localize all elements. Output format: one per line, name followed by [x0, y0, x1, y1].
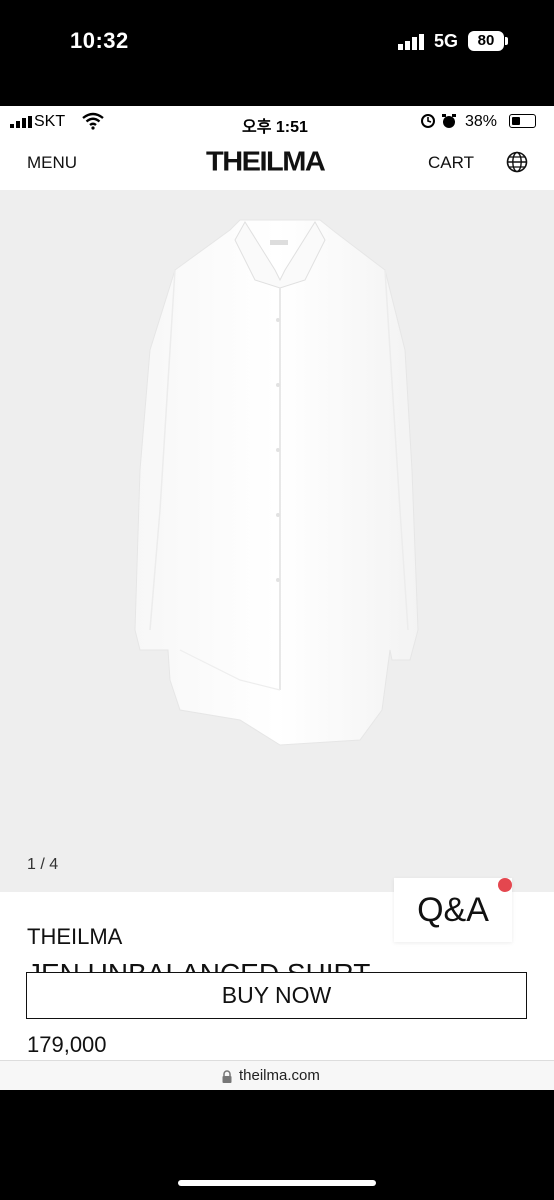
outer-clock: 10:32 [70, 28, 129, 53]
battery-nub [505, 37, 508, 45]
battery-icon [509, 114, 536, 128]
wifi-icon [82, 112, 104, 130]
globe-icon[interactable] [506, 151, 528, 173]
home-indicator[interactable] [178, 1180, 376, 1186]
browser-url-bar[interactable]: theilma.com [0, 1060, 554, 1090]
site-logo[interactable]: THEILMA [206, 147, 326, 178]
network-label: 5G [434, 31, 459, 51]
battery-fill [512, 117, 520, 125]
url-text[interactable]: theilma.com [239, 1067, 320, 1084]
alarm-icon [421, 114, 456, 128]
battery-icon: 80 [468, 31, 504, 51]
inner-status-bar: SKT 오후 1:51 38% [0, 106, 554, 136]
qa-button[interactable]: Q&A [394, 878, 512, 942]
signal-icon [398, 34, 424, 50]
signal-icon [10, 116, 32, 128]
site-header: MENU THEILMA CART [0, 136, 554, 190]
cart-button[interactable]: CART [428, 153, 474, 173]
inner-clock: 오후 1:51 [242, 119, 308, 136]
menu-button[interactable]: MENU [27, 153, 77, 173]
battery-percent: 38% [465, 113, 498, 130]
product-image[interactable] [120, 210, 440, 750]
product-brand: THEILMA [27, 924, 123, 949]
outer-status-bar: 10:32 5G 80 [0, 0, 554, 106]
gallery-pager: 1 / 4 [27, 856, 59, 873]
product-price: 179,000 [27, 1032, 107, 1057]
lock-icon [222, 1070, 232, 1083]
notification-dot [498, 878, 512, 892]
product-gallery[interactable]: 1 / 4 [0, 190, 554, 892]
buy-now-button[interactable]: BUY NOW [26, 972, 527, 1019]
carrier-label: SKT [34, 113, 66, 130]
browser-screen: SKT 오후 1:51 38% MENU THEILMA CART 1 / 4 … [0, 106, 554, 1090]
